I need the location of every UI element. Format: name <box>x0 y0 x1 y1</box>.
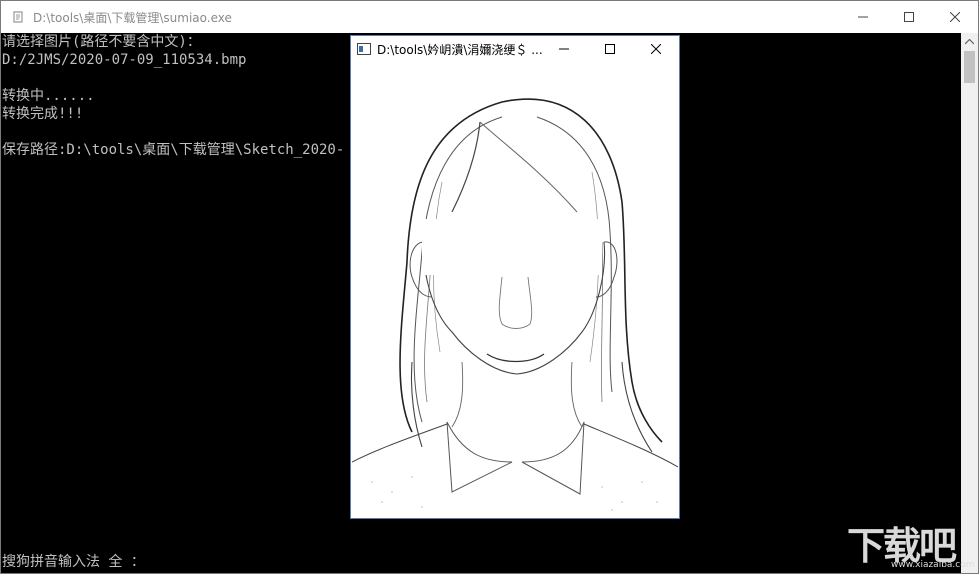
console-line: 保存路径:D:\tools\桌面\下载管理\Sketch_2020- <box>2 142 345 158</box>
chevron-up-icon <box>965 38 974 44</box>
console-title: D:\tools\桌面\下载管理\sumiao.exe <box>33 10 232 25</box>
close-icon <box>950 12 960 22</box>
minimize-icon <box>559 48 569 50</box>
preview-titlebar[interactable]: D:\tools\妗岄潰\涓嬭浇绠＄ ... <box>351 36 679 62</box>
ime-status-bar: 搜狗拼音输入法 全 ： <box>2 554 145 570</box>
vertical-scrollbar[interactable] <box>961 33 978 573</box>
maximize-button[interactable] <box>886 1 932 33</box>
preview-minimize-button[interactable] <box>541 36 587 62</box>
close-icon <box>651 44 661 54</box>
app-icon <box>11 10 25 24</box>
console-line: 转换中...... <box>2 88 95 104</box>
watermark-logo: 下载吧 www.xiazaiba.com <box>843 515 979 574</box>
scroll-thumb[interactable] <box>964 51 975 83</box>
preview-maximize-button[interactable] <box>587 36 633 62</box>
sketch-image <box>352 62 678 518</box>
minimize-button[interactable] <box>840 1 886 33</box>
console-line: 转换完成!!! <box>2 106 84 122</box>
scroll-up-button[interactable] <box>961 33 978 50</box>
console-line: D:/2JMS/2020-07-09_110534.bmp <box>2 52 247 68</box>
window-icon <box>357 43 371 55</box>
preview-window: D:\tools\妗岄潰\涓嬭浇绠＄ ... <box>350 35 680 519</box>
preview-close-button[interactable] <box>633 36 679 62</box>
console-titlebar[interactable]: D:\tools\桌面\下载管理\sumiao.exe <box>1 1 978 33</box>
maximize-icon <box>904 12 914 22</box>
preview-title: D:\tools\妗岄潰\涓嬭浇绠＄ ... <box>377 42 543 57</box>
close-button[interactable] <box>932 1 978 33</box>
minimize-icon <box>858 16 868 18</box>
maximize-icon <box>605 44 615 54</box>
console-line: 请选择图片(路径不要含中文)： <box>2 34 201 50</box>
watermark-url: www.xiazaiba.com <box>891 560 975 570</box>
